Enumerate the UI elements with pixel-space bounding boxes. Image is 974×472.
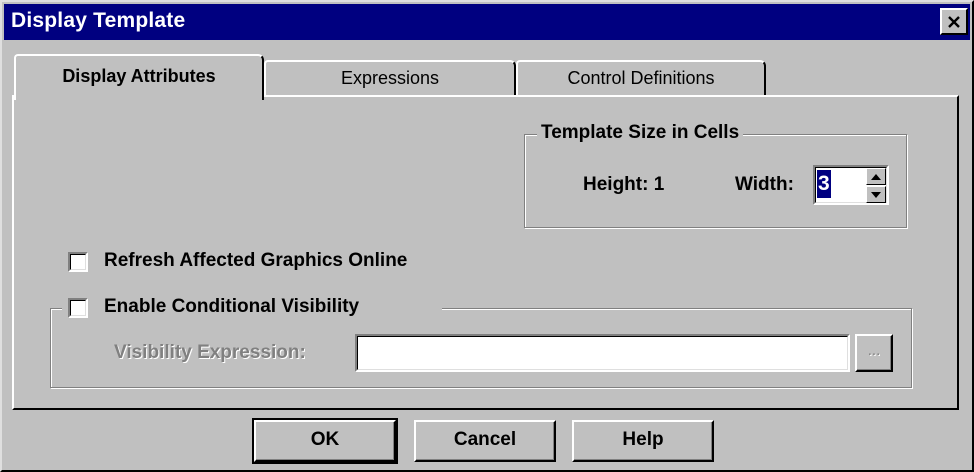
- tab-expressions[interactable]: Expressions: [264, 60, 516, 96]
- help-button[interactable]: Help: [572, 420, 714, 462]
- spin-up-button[interactable]: [866, 168, 886, 185]
- browse-expression-button[interactable]: ...: [855, 334, 893, 372]
- help-button-label: Help: [622, 429, 664, 450]
- close-button[interactable]: [940, 8, 968, 35]
- width-spinner[interactable]: 3: [813, 165, 889, 205]
- cancel-button-label: Cancel: [453, 429, 517, 450]
- browse-expression-label: ...: [867, 342, 881, 359]
- enable-visibility-checkbox[interactable]: [68, 298, 88, 318]
- template-size-group-label: Template Size in Cells: [537, 122, 744, 144]
- width-input[interactable]: 3: [817, 170, 831, 198]
- arrow-down-icon: [871, 191, 881, 198]
- close-icon: [948, 15, 960, 28]
- title-bar[interactable]: Display Template: [4, 4, 970, 40]
- window-title: Display Template: [11, 9, 186, 32]
- arrow-up-icon: [871, 173, 881, 180]
- ok-button-label: OK: [310, 429, 340, 450]
- tab-display-attributes-label: Display Attributes: [62, 66, 216, 86]
- refresh-checkbox[interactable]: [68, 252, 88, 272]
- cancel-button[interactable]: Cancel: [414, 420, 556, 462]
- visibility-expression-input[interactable]: [355, 334, 850, 372]
- height-label: Height: 1: [583, 174, 665, 195]
- enable-visibility-label[interactable]: Enable Conditional Visibility: [104, 296, 359, 318]
- visibility-expression-label: Visibility Expression:: [114, 342, 306, 363]
- ok-button[interactable]: OK: [252, 418, 398, 464]
- tab-display-attributes[interactable]: Display Attributes: [14, 54, 264, 100]
- tab-control-definitions-label: Control Definitions: [567, 68, 715, 88]
- refresh-label[interactable]: Refresh Affected Graphics Online: [104, 250, 407, 272]
- spin-down-button[interactable]: [866, 186, 886, 203]
- tab-expressions-label: Expressions: [340, 68, 440, 88]
- width-label: Width:: [735, 174, 794, 195]
- tab-control-definitions[interactable]: Control Definitions: [516, 60, 766, 96]
